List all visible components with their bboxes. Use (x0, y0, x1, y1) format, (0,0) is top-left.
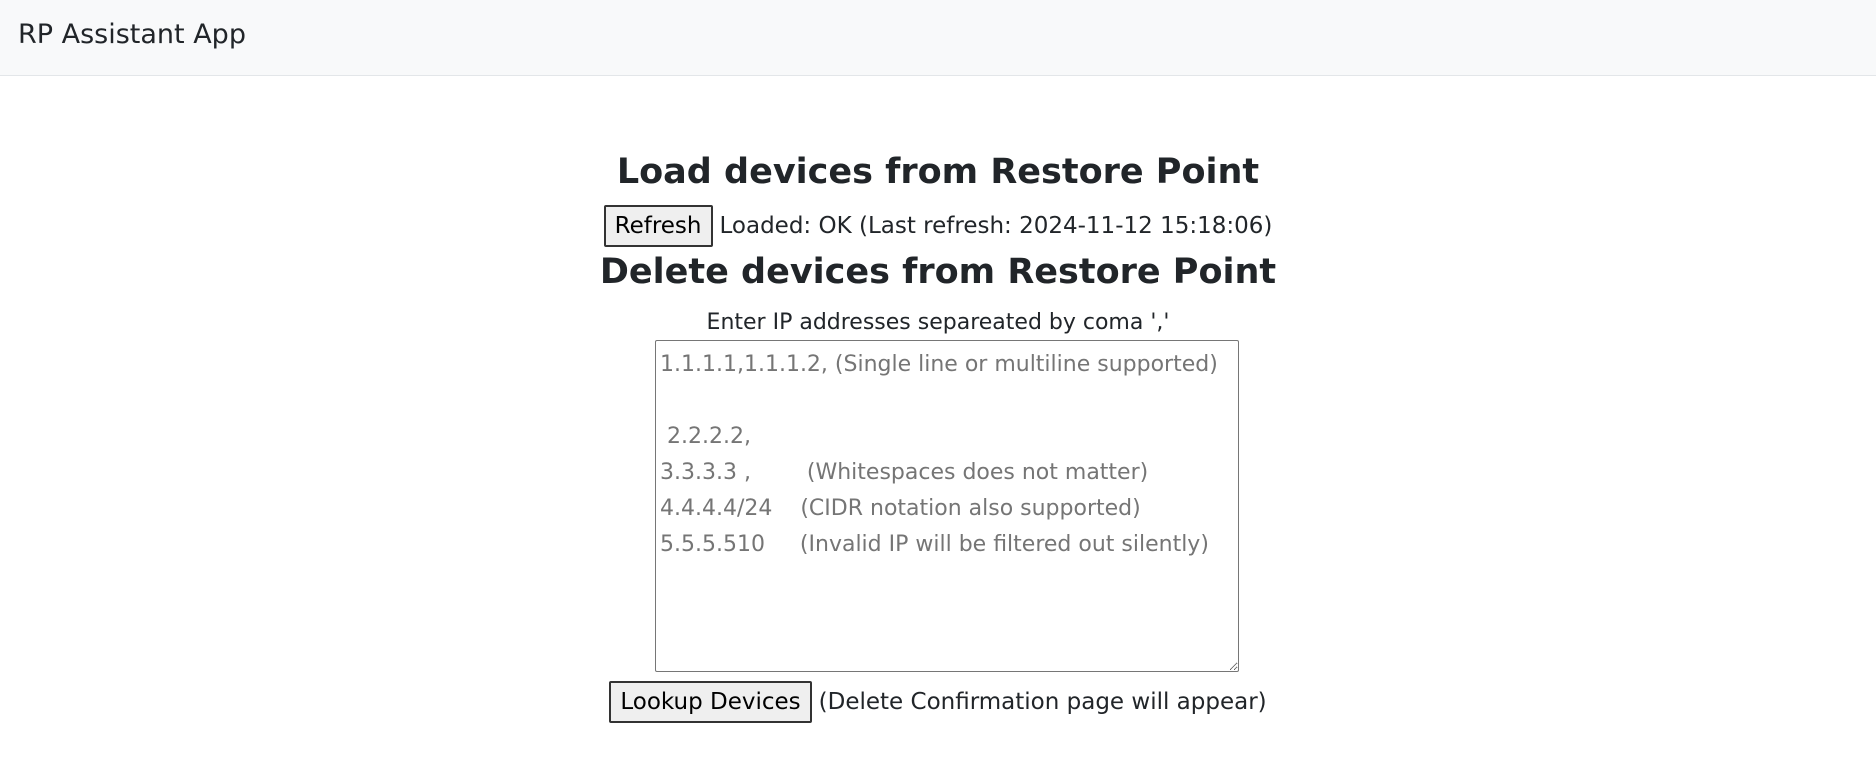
load-status-text: Loaded: OK (Last refresh: 2024-11-12 15:… (719, 213, 1273, 239)
navbar: RP Assistant App (0, 0, 1876, 76)
ip-addresses-textarea[interactable] (655, 340, 1239, 672)
load-devices-heading: Load devices from Restore Point (616, 152, 1260, 192)
lookup-row: Lookup Devices (Delete Confirmation page… (0, 680, 1876, 724)
ip-input-prompt: Enter IP addresses separeated by coma ',… (706, 310, 1170, 335)
lookup-devices-button[interactable]: Lookup Devices (609, 681, 812, 723)
lookup-note-text: (Delete Confirmation page will appear) (818, 689, 1267, 715)
navbar-brand[interactable]: RP Assistant App (18, 17, 246, 53)
delete-devices-heading: Delete devices from Restore Point (599, 252, 1277, 292)
refresh-row: Refresh Loaded: OK (Last refresh: 2024-1… (0, 204, 1876, 248)
refresh-button[interactable]: Refresh (603, 205, 713, 247)
